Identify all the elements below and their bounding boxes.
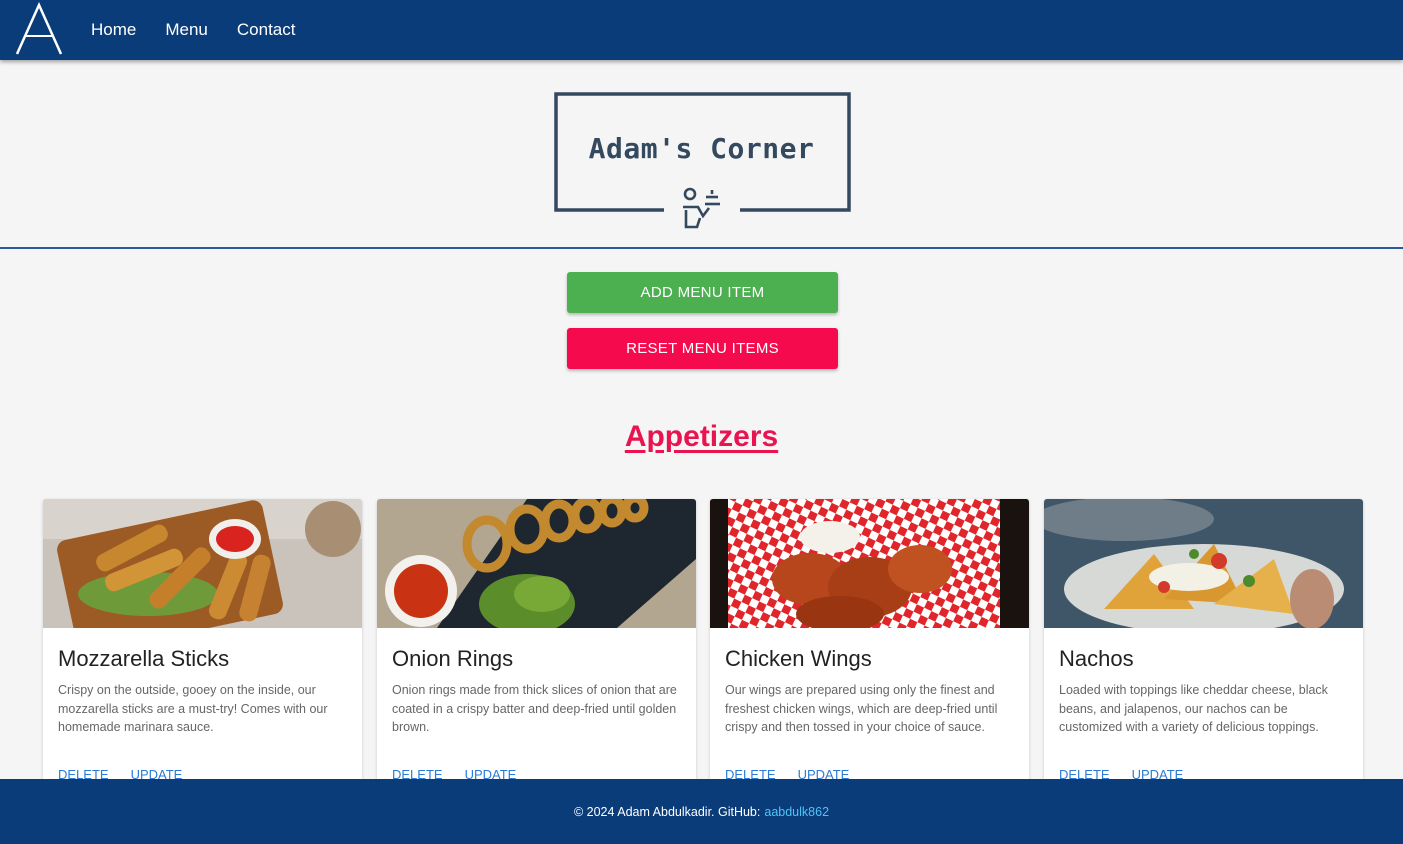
nachos-photo [1044,499,1363,628]
section-title-appetizers: Appetizers [624,420,779,453]
card-title: Nachos [1059,646,1134,671]
onion-rings-photo [377,499,696,628]
github-link[interactable]: aabdulk862 [764,805,829,819]
card-description: Crispy on the outside, gooey on the insi… [58,683,328,734]
footer: © 2024 Adam Abdulkadir. GitHub: aabdulk8… [0,779,1403,844]
brand-logo-icon[interactable] [14,2,64,56]
waiter-icon [683,187,720,229]
mozzarella-sticks-photo [43,499,362,628]
card-description: Onion rings made from thick slices of on… [392,683,677,734]
card-title: Onion Rings [392,646,514,671]
nav-link-contact[interactable]: Contact [237,20,296,40]
card-title: Mozzarella Sticks [58,646,230,671]
nav-link-menu[interactable]: Menu [165,20,208,40]
card-description: Our wings are prepared using only the fi… [725,683,998,734]
menu-cards: Mozzarella Sticks Crispy on the outside,… [43,499,1363,799]
nav-link-home[interactable]: Home [91,20,136,40]
menu-card: Nachos Loaded with toppings like cheddar… [1044,499,1363,799]
chicken-wings-photo [710,499,1029,628]
menu-card: Mozzarella Sticks Crispy on the outside,… [43,499,362,799]
reset-menu-items-button[interactable]: RESET MENU ITEMS [567,328,838,369]
card-title: Chicken Wings [725,646,872,671]
top-navbar: Home Menu Contact [0,0,1403,60]
logo-title: Adam's Corner [588,132,815,165]
footer-copyright: © 2024 Adam Abdulkadir. GitHub: [573,804,761,819]
nav-links: Home Menu Contact [91,0,324,60]
add-menu-item-button[interactable]: ADD MENU ITEM [567,272,838,313]
header-divider [0,247,1403,249]
menu-card: Onion Rings Onion rings made from thick … [377,499,696,799]
menu-card: Chicken Wings Our wings are prepared usi… [710,499,1029,799]
card-description: Loaded with toppings like cheddar cheese… [1059,683,1328,734]
